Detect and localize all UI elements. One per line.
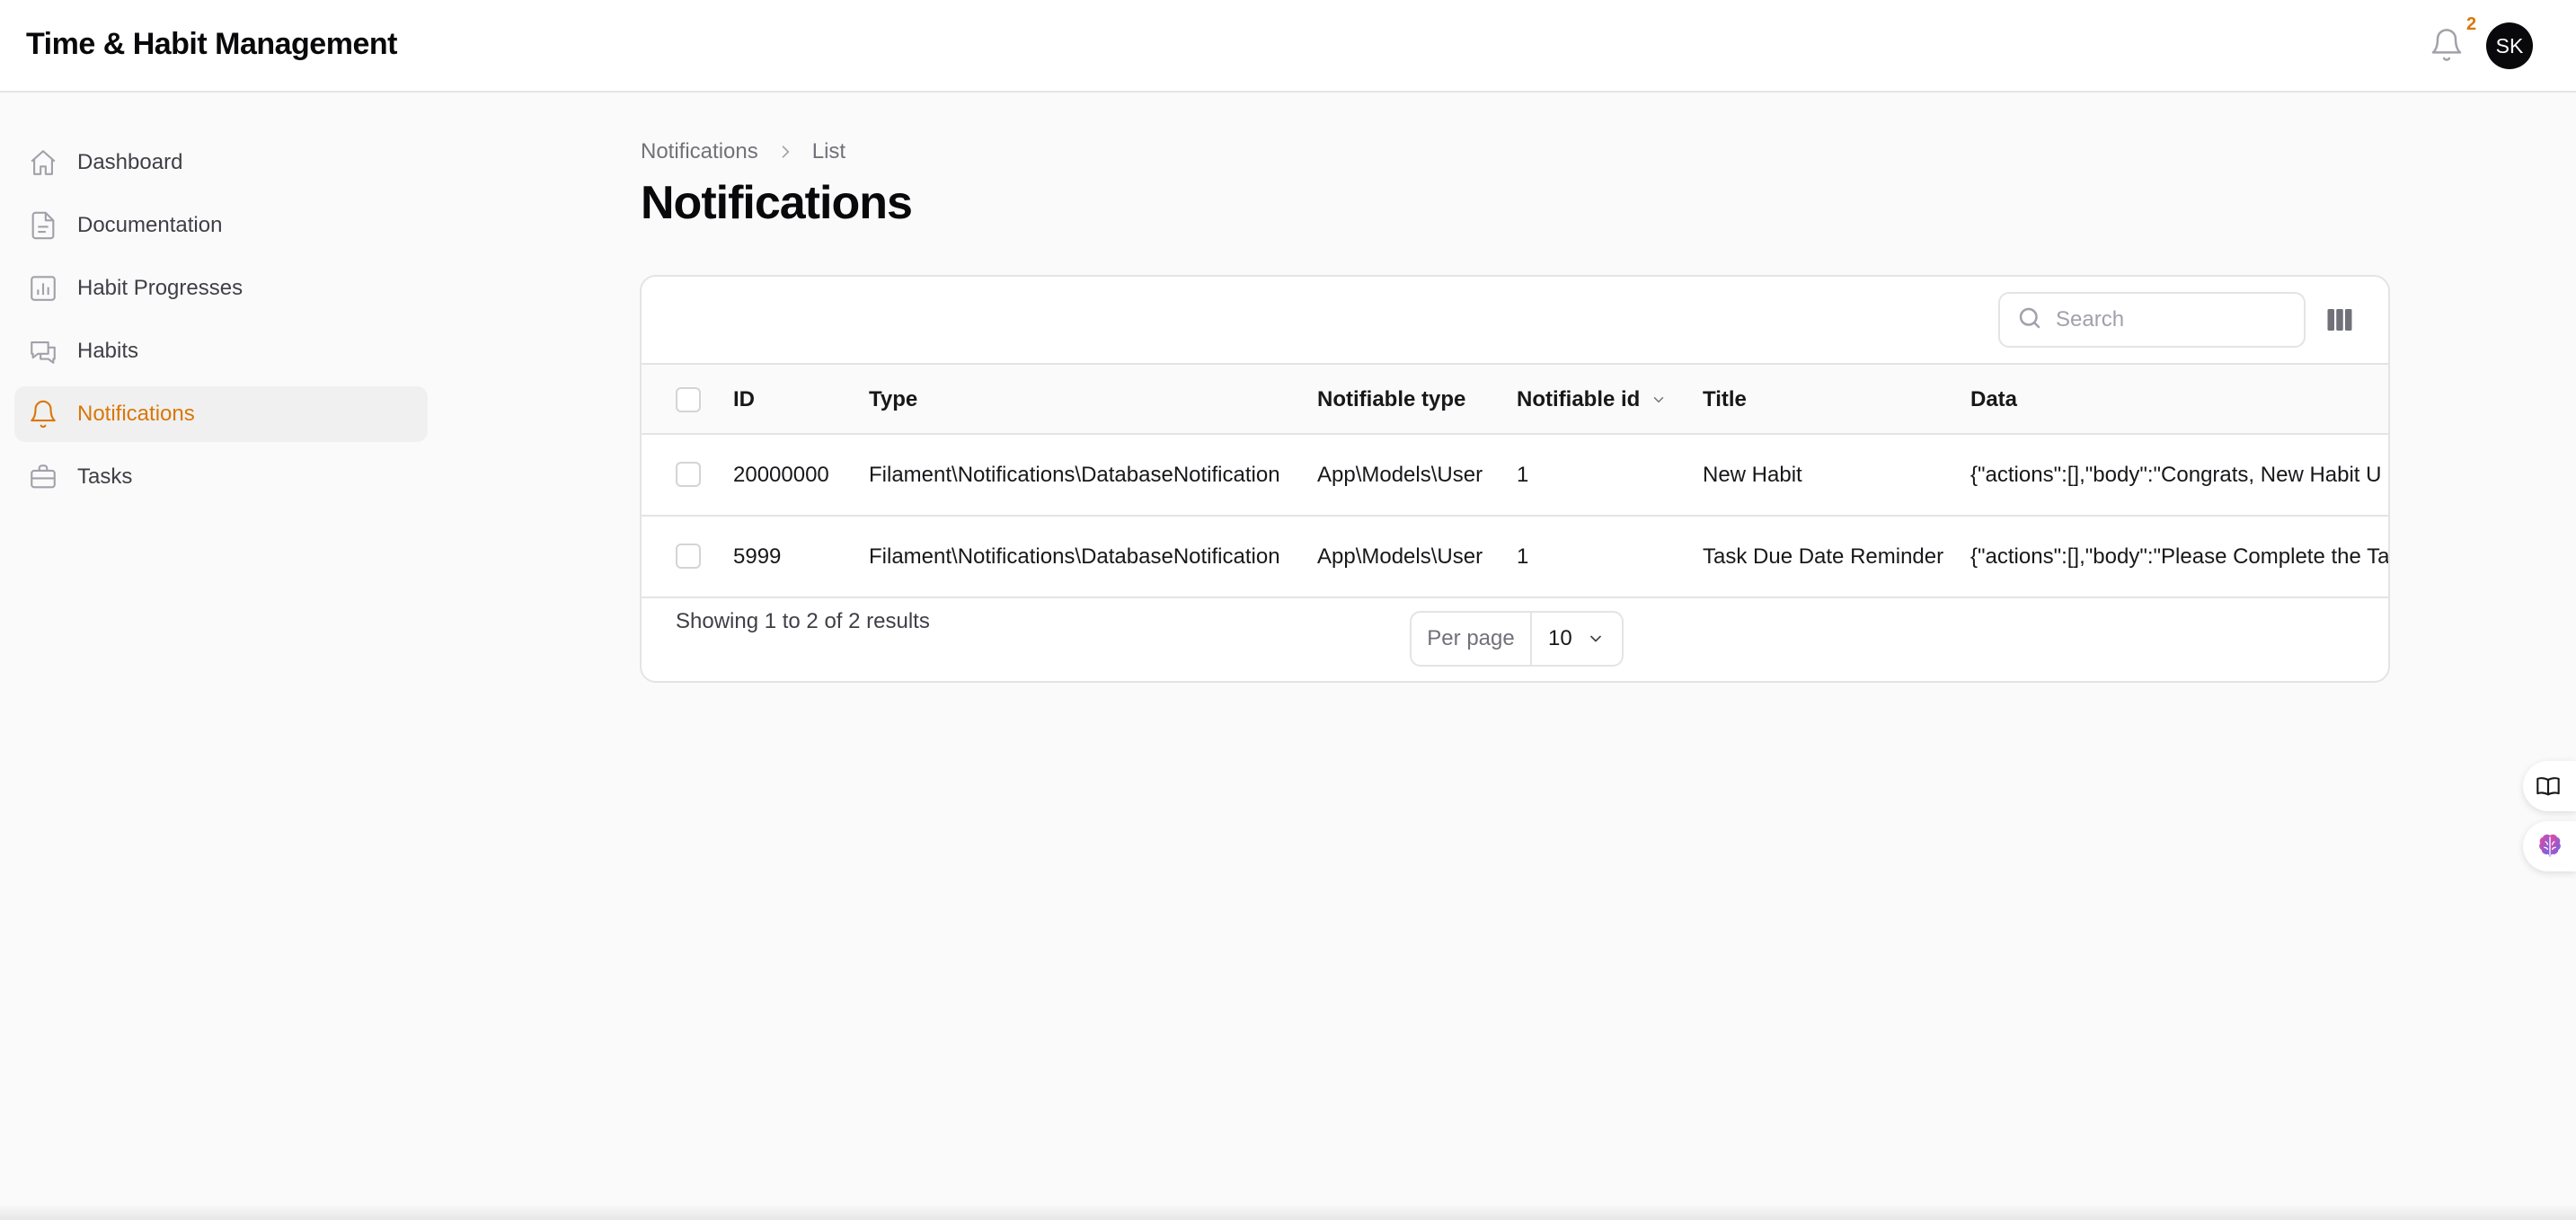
document-icon <box>27 209 59 242</box>
sidebar-item-label: Documentation <box>77 213 223 237</box>
chevron-down-icon <box>1572 630 1605 648</box>
column-header-label: Notifiable id <box>1517 387 1641 411</box>
sidebar-item-label: Habit Progresses <box>77 276 243 300</box>
briefcase-icon <box>27 461 59 493</box>
search-icon <box>2016 305 2043 336</box>
per-page-select[interactable]: Per page 10 <box>1410 611 1624 667</box>
sidebar-item-label: Habits <box>77 339 139 363</box>
brain-icon[interactable] <box>2523 821 2576 871</box>
cell-id: 5999 <box>733 544 782 569</box>
table-row[interactable]: 20000000 Filament\Notifications\Database… <box>642 435 2388 517</box>
notification-count-badge: 2 <box>2466 14 2477 34</box>
column-header-data[interactable]: Data <box>1970 365 2017 435</box>
bottom-shadow <box>0 1204 2576 1220</box>
breadcrumb: Notifications List <box>641 139 845 164</box>
cell-notifiable-id: 1 <box>1517 544 1529 569</box>
cell-notifiable-id: 1 <box>1517 462 1529 487</box>
column-header-notifiable-type[interactable]: Notifiable type <box>1317 365 1465 435</box>
cell-notifiable-type: App\Models\User <box>1317 544 1483 569</box>
search-box[interactable] <box>1998 292 2306 348</box>
table-row[interactable]: 5999 Filament\Notifications\DatabaseNoti… <box>642 517 2388 598</box>
column-header-title[interactable]: Title <box>1703 365 1747 435</box>
sidebar-item-tasks[interactable]: Tasks <box>14 449 428 505</box>
chart-bar-icon <box>27 272 59 305</box>
open-book-icon[interactable] <box>2523 761 2576 811</box>
cell-title: New Habit <box>1703 462 1802 487</box>
per-page-value: 10 <box>1548 626 1572 650</box>
table-header: ID Type Notifiable type Notifiable id Ti… <box>642 363 2388 435</box>
cell-type: Filament\Notifications\DatabaseNotificat… <box>869 462 1280 487</box>
column-header-type[interactable]: Type <box>869 365 917 435</box>
sidebar: Dashboard Documentation Habit Progresses… <box>14 135 428 512</box>
cell-id: 20000000 <box>733 462 829 487</box>
app-title[interactable]: Time & Habit Management <box>26 27 397 62</box>
cell-notifiable-type: App\Models\User <box>1317 462 1483 487</box>
sidebar-item-habit-progresses[interactable]: Habit Progresses <box>14 261 428 316</box>
column-toggle-icon[interactable] <box>2324 304 2356 336</box>
row-checkbox[interactable] <box>676 544 701 569</box>
per-page-dropdown[interactable]: 10 <box>1532 613 1622 665</box>
table-toolbar <box>642 277 2388 363</box>
notifications-table-card: ID Type Notifiable type Notifiable id Ti… <box>640 275 2390 683</box>
chevron-right-icon <box>776 143 794 161</box>
sidebar-item-label: Dashboard <box>77 150 183 174</box>
column-header-notifiable-id[interactable]: Notifiable id <box>1517 365 1667 435</box>
sidebar-item-label: Tasks <box>77 464 133 489</box>
breadcrumb-parent-link[interactable]: Notifications <box>641 139 758 164</box>
home-icon <box>27 146 59 179</box>
cell-title: Task Due Date Reminder <box>1703 544 1944 569</box>
search-input[interactable] <box>2056 307 2289 332</box>
bell-icon <box>27 398 59 430</box>
select-all-checkbox[interactable] <box>676 387 701 412</box>
chat-bubbles-icon <box>27 335 59 367</box>
per-page-label: Per page <box>1412 613 1532 665</box>
row-checkbox[interactable] <box>676 462 701 487</box>
sidebar-item-label: Notifications <box>77 402 195 426</box>
sidebar-item-documentation[interactable]: Documentation <box>14 198 428 253</box>
top-bar: Time & Habit Management 2 SK <box>0 0 2576 93</box>
page-title: Notifications <box>641 177 913 229</box>
cell-data: {"actions":[],"body":"Please Complete th… <box>1970 544 2390 569</box>
cell-type: Filament\Notifications\DatabaseNotificat… <box>869 544 1280 569</box>
sort-chevron-down-icon <box>1651 392 1667 408</box>
sidebar-item-dashboard[interactable]: Dashboard <box>14 135 428 190</box>
cell-data: {"actions":[],"body":"Congrats, New Habi… <box>1970 462 2382 487</box>
pagination-summary: Showing 1 to 2 of 2 results <box>676 609 930 633</box>
user-avatar[interactable]: SK <box>2486 22 2533 69</box>
column-header-id[interactable]: ID <box>733 365 755 435</box>
notifications-bell-icon[interactable] <box>2429 27 2465 63</box>
sidebar-item-habits[interactable]: Habits <box>14 323 428 379</box>
breadcrumb-current: List <box>811 139 846 164</box>
sidebar-item-notifications[interactable]: Notifications <box>14 386 428 442</box>
